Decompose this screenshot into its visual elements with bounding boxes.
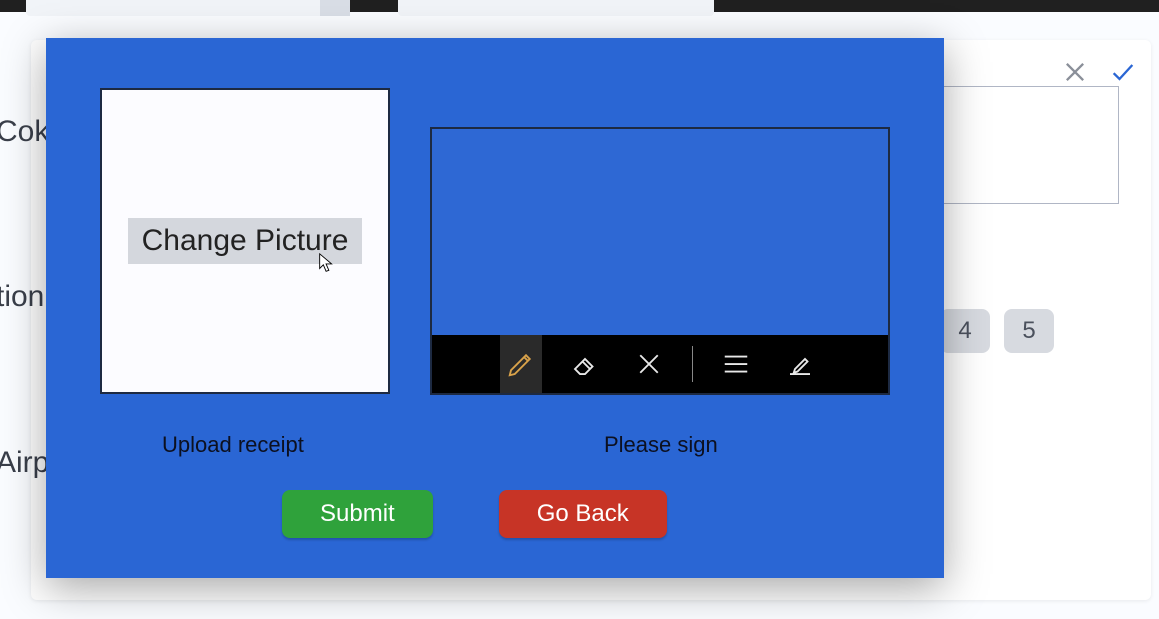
upload-receipt-panel: Change Picture [100,88,390,394]
rating-chip-5[interactable]: 5 [1004,309,1054,353]
upload-sign-modal: Change Picture Upload receipt Please sig… [46,38,944,578]
change-picture-button[interactable]: Change Picture [128,218,363,264]
edit-icon[interactable] [779,335,821,393]
toolbar-divider [692,346,693,382]
pen-icon[interactable] [500,335,542,393]
signature-panel [430,127,890,395]
upload-caption: Upload receipt [162,432,304,458]
search-input[interactable] [398,0,714,16]
bg-text-fragment: Airp [0,446,49,480]
signature-toolbar [432,335,888,393]
chevron-down-icon[interactable] [320,0,350,16]
clear-icon[interactable] [628,335,670,393]
submit-button[interactable]: Submit [282,490,433,538]
lines-icon[interactable] [715,335,757,393]
rating-chip-4[interactable]: 4 [940,309,990,353]
signature-preview-box [941,86,1119,204]
signature-caption: Please sign [604,432,718,458]
rating-chips: 4 5 [940,309,1054,353]
eraser-icon[interactable] [564,335,606,393]
go-back-button[interactable]: Go Back [499,490,667,538]
signature-canvas[interactable] [432,129,888,335]
status-dropdown[interactable] [26,0,348,16]
modal-action-row: Submit Go Back [282,490,667,538]
bg-text-fragment: tion [0,280,44,314]
